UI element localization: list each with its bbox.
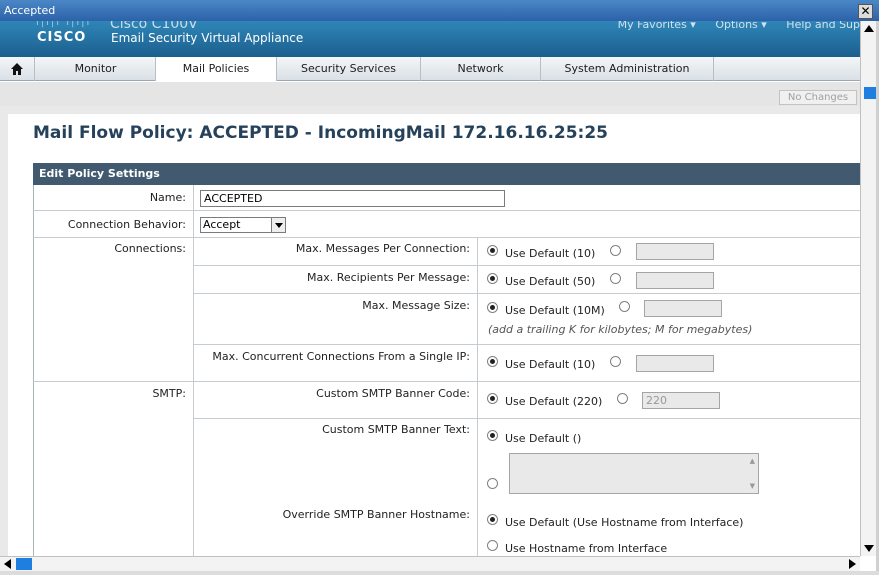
max-recipients-default-radio[interactable] — [487, 273, 498, 284]
banner-code-default-text: Use Default (220) — [505, 395, 603, 408]
options-link[interactable]: Options ▾ — [715, 21, 766, 31]
override-host-option2-radio[interactable] — [487, 540, 498, 551]
page-title: Mail Flow Policy: ACCEPTED - IncomingMai… — [33, 123, 609, 143]
row-divider — [33, 237, 860, 238]
override-host-option2-text: Use Hostname from Interface — [505, 542, 668, 555]
app-header: ı|ı|ı ı|ı|ı CISCO Cisco C100V Email Secu… — [0, 21, 860, 57]
no-changes-button[interactable]: No Changes — [779, 90, 857, 105]
status-strip — [0, 82, 860, 106]
max-concurrent-custom-radio[interactable] — [610, 356, 621, 367]
max-size-input[interactable] — [644, 300, 722, 317]
home-button[interactable] — [0, 57, 35, 81]
max-messages-label: Max. Messages Per Connection: — [295, 242, 470, 255]
column-divider — [193, 185, 194, 237]
scroll-down-icon: ▼ — [749, 482, 755, 490]
max-messages-default-radio[interactable] — [487, 245, 498, 256]
override-host-default-text: Use Default (Use Hostname from Interface… — [505, 516, 744, 529]
close-icon[interactable]: ✕ — [858, 4, 873, 19]
max-recipients-label: Max. Recipients Per Message: — [306, 271, 470, 284]
window-titlebar: Accepted ✕ — [0, 0, 879, 21]
max-recipients-default-text: Use Default (50) — [505, 275, 596, 288]
max-recipients-custom-radio[interactable] — [610, 273, 621, 284]
scroll-left-arrow-icon[interactable] — [4, 559, 11, 569]
max-concurrent-label: Max. Concurrent Connections From a Singl… — [212, 350, 470, 363]
scroll-down-arrow-icon[interactable] — [864, 545, 874, 552]
override-host-label: Override SMTP Banner Hostname: — [282, 508, 470, 521]
smtp-label: SMTP: — [152, 387, 186, 400]
column-divider — [477, 237, 478, 556]
max-recipients-input[interactable] — [636, 272, 714, 289]
tab-monitor[interactable]: Monitor — [36, 57, 156, 81]
banner-text-custom-radio[interactable] — [487, 478, 498, 489]
name-label: Name: — [149, 191, 186, 204]
connection-behavior-label: Connection Behavior: — [67, 218, 186, 231]
max-size-custom-radio[interactable] — [619, 301, 630, 312]
banner-text-default-text: Use Default () — [505, 432, 582, 445]
my-favorites-link[interactable]: My Favorites ▾ — [618, 21, 696, 31]
banner-code-label: Custom SMTP Banner Code: — [316, 387, 470, 400]
scroll-thumb[interactable] — [864, 87, 876, 99]
connection-behavior-value: Accept — [203, 218, 241, 231]
window-frame-bottom — [0, 571, 879, 575]
override-host-default-radio[interactable] — [487, 514, 498, 525]
header-links: My Favorites ▾ Options ▾ Help and Sup — [602, 21, 860, 31]
section-header: Edit Policy Settings — [33, 163, 860, 185]
max-size-default-text: Use Default (10M) — [505, 304, 605, 317]
banner-text-textarea[interactable]: ▲ ▼ — [509, 453, 759, 494]
banner-code-input[interactable]: 220 — [642, 392, 720, 409]
max-concurrent-default-text: Use Default (10) — [505, 358, 596, 371]
tab-network[interactable]: Network — [421, 57, 541, 81]
scroll-up-icon: ▲ — [749, 457, 755, 465]
connection-behavior-select[interactable]: Accept — [200, 217, 286, 233]
chevron-down-icon — [271, 218, 285, 232]
banner-text-label: Custom SMTP Banner Text: — [322, 423, 470, 436]
max-concurrent-input[interactable] — [636, 355, 714, 372]
home-icon — [11, 63, 23, 75]
window-title: Accepted — [4, 4, 56, 17]
row-divider — [193, 265, 860, 266]
max-messages-default-text: Use Default (10) — [505, 247, 596, 260]
max-size-label: Max. Message Size: — [362, 299, 470, 312]
max-messages-custom-radio[interactable] — [610, 245, 621, 256]
row-divider — [33, 381, 860, 382]
banner-text-default-radio[interactable] — [487, 430, 498, 441]
main-nav: Monitor Mail Policies Security Services … — [0, 57, 860, 81]
row-divider — [193, 418, 860, 419]
row-divider — [193, 293, 860, 294]
tab-system-administration[interactable]: System Administration — [541, 57, 714, 81]
name-input[interactable]: ACCEPTED — [200, 190, 505, 207]
connections-label: Connections: — [114, 242, 186, 255]
max-size-hint: (add a trailing K for kilobytes; M for m… — [488, 323, 753, 336]
tab-mail-policies[interactable]: Mail Policies — [156, 57, 277, 81]
product-subtitle: Email Security Virtual Appliance — [111, 31, 304, 45]
scroll-right-arrow-icon[interactable] — [849, 559, 856, 569]
banner-code-custom-radio[interactable] — [617, 393, 628, 404]
row-divider — [33, 210, 860, 211]
max-concurrent-default-radio[interactable] — [487, 356, 498, 367]
cisco-logo-bars-icon: ı|ı|ı ı|ı|ı — [36, 21, 92, 28]
row-divider — [193, 344, 860, 345]
help-support-link[interactable]: Help and Sup — [786, 21, 860, 31]
vertical-scrollbar[interactable] — [860, 21, 876, 556]
horizontal-scrollbar[interactable] — [0, 556, 860, 571]
max-size-default-radio[interactable] — [487, 302, 498, 313]
horizontal-scroll-thumb[interactable] — [16, 558, 32, 570]
tab-security-services[interactable]: Security Services — [277, 57, 421, 81]
column-divider — [193, 237, 194, 556]
scroll-up-arrow-icon[interactable] — [864, 25, 874, 32]
cisco-logo: CISCO — [37, 30, 87, 45]
max-messages-input[interactable] — [636, 243, 714, 260]
banner-code-default-radio[interactable] — [487, 393, 498, 404]
